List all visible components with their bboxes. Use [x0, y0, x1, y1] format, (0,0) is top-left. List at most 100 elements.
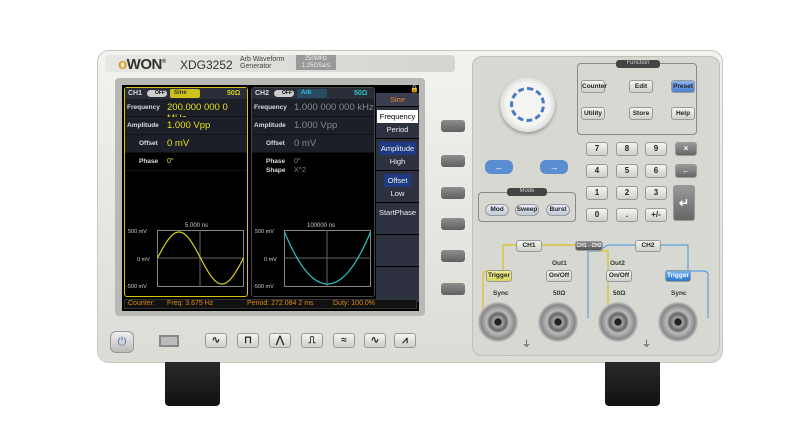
key-+/-[interactable]: +/- — [645, 208, 667, 222]
key-0[interactable]: 0 — [586, 208, 608, 222]
key-2[interactable]: 2 — [616, 186, 638, 200]
ground-warning-icon: ⏚ — [642, 339, 652, 349]
mod-button[interactable]: Mod — [485, 204, 509, 216]
ch1-y-bot: -500 mV — [126, 284, 147, 290]
enter-key[interactable]: ↵ — [673, 185, 695, 221]
softkey-button-6[interactable] — [441, 283, 465, 295]
power-icon: ⏻ — [117, 336, 127, 348]
ch2-waveform-plot — [284, 230, 372, 287]
utility-button[interactable]: Utility — [581, 107, 605, 120]
ramp-wave-button[interactable]: ⋀ — [269, 333, 291, 348]
dc-arb-wave-button[interactable]: ⩘ — [394, 333, 416, 348]
pulse-wave-button[interactable]: ⎍ — [301, 333, 323, 348]
ch1-y-top: 500 mV — [128, 229, 147, 235]
menu-item-empty[interactable] — [376, 235, 419, 267]
ch1-header: CH1 OFF Sine 50Ω — [125, 88, 247, 99]
ch2-load: 50Ω — [354, 90, 368, 97]
mode-title: Mode — [507, 188, 547, 196]
noise-wave-icon: ≈ — [341, 335, 347, 346]
square-wave-button[interactable]: ⊓ — [237, 333, 259, 348]
channel-swap-button[interactable]: CH1⇔CH2 — [575, 241, 603, 251]
store-button[interactable]: Store — [629, 107, 653, 120]
out1-onoff-button[interactable]: On/Off — [546, 270, 572, 282]
pulse-wave-icon: ⎍ — [308, 335, 316, 346]
out2-label: Out2 — [610, 260, 625, 267]
key-9[interactable]: 9 — [645, 142, 667, 156]
softkey-button-4[interactable] — [441, 218, 465, 230]
ch1-trigger-button[interactable]: Trigger — [486, 270, 512, 282]
ch2-trigger-button[interactable]: Trigger — [665, 270, 691, 282]
ch1-load: 50Ω — [227, 90, 241, 97]
ch1-offset-row[interactable]: Offset 0 mV — [125, 135, 247, 153]
menu-item-startphase[interactable]: StartPhase — [376, 203, 419, 235]
ch1-amplitude-row[interactable]: Amplitude 1.000 Vpp — [125, 117, 247, 135]
power-button[interactable]: ⏻ — [110, 331, 134, 353]
key-4[interactable]: 4 — [586, 164, 608, 178]
ch2-frequency-row[interactable]: Frequency 1.000 000 000 kHz — [252, 99, 374, 117]
ch2-sync-connector[interactable] — [658, 302, 698, 342]
edit-button[interactable]: Edit — [629, 80, 653, 93]
model-name: XDG3252 — [180, 58, 233, 72]
right-foot — [605, 362, 660, 406]
key-6[interactable]: 6 — [645, 164, 667, 178]
key-1[interactable]: 1 — [586, 186, 608, 200]
function-title: Function — [616, 60, 660, 68]
softkey-button-1[interactable] — [441, 120, 465, 132]
ramp-wave-icon: ⋀ — [275, 335, 285, 346]
key-7[interactable]: 7 — [586, 142, 608, 156]
display-screen: CH1 OFF Sine 50Ω Frequency 200.000 000 0 … — [122, 85, 419, 311]
arb-wave-button[interactable]: ∿ — [364, 333, 386, 348]
counter-status-bar: Counter: Freq: 3.675 Hz Period: 272.084 2 … — [124, 299, 417, 309]
menu-item-amplitude[interactable]: Amplitude High — [376, 139, 419, 171]
ch2-shape-row[interactable]: Shape X^2 — [252, 165, 374, 177]
ground-warning-icon: ⏚ — [522, 339, 532, 349]
key-←[interactable]: ← — [675, 164, 697, 178]
ch2-offset-row[interactable]: Offset 0 mV — [252, 135, 374, 153]
out2-onoff-button[interactable]: On/Off — [606, 270, 632, 282]
ch2-panel[interactable]: CH2 OFF Arb 50Ω Frequency 1.000 000 000 k… — [251, 87, 375, 297]
burst-button[interactable]: Burst — [546, 204, 570, 216]
arb-wave-icon: ∿ — [370, 335, 380, 346]
softkey-button-3[interactable] — [441, 187, 465, 199]
sine-wave-button[interactable]: ∿ — [205, 333, 227, 348]
ch2-phase-row[interactable]: Phase 0° — [252, 153, 374, 165]
preset-button[interactable]: Preset — [671, 80, 695, 93]
key-3[interactable]: 3 — [645, 186, 667, 200]
counter-button[interactable]: Counter — [581, 80, 607, 93]
ch1-button[interactable]: CH1 — [516, 240, 542, 252]
ch1-phase-row[interactable]: Phase 0° — [125, 153, 247, 171]
usb-port[interactable] — [159, 335, 179, 347]
rotary-knob[interactable] — [500, 77, 555, 132]
ch1-time-span: 5.000 ns — [185, 223, 209, 229]
menu-item-empty[interactable] — [376, 267, 419, 303]
ch1-frequency-row[interactable]: Frequency200.000 000 0 MHz — [125, 99, 247, 124]
noise-wave-button[interactable]: ≈ — [333, 333, 355, 348]
left-foot — [165, 362, 220, 406]
ch2-output-toggle[interactable]: OFF — [274, 90, 294, 97]
key-8[interactable]: 8 — [616, 142, 638, 156]
ch1-output-connector[interactable] — [538, 302, 578, 342]
menu-item-frequency[interactable]: Frequency Period — [376, 107, 419, 139]
softkey-button-2[interactable] — [441, 155, 465, 167]
ch2-wave-type: Arb — [297, 89, 327, 98]
ch2-output-connector[interactable] — [598, 302, 638, 342]
right-arrow-button[interactable]: → — [540, 160, 568, 174]
spec-badge: 250MHz 1.25GSa/s — [296, 55, 336, 70]
ch2-y-top: 500 mV — [255, 229, 274, 235]
key-×[interactable]: × — [675, 142, 697, 156]
ch2-amplitude-row[interactable]: Amplitude 1.000 Vpp — [252, 117, 374, 135]
help-button[interactable]: Help — [671, 107, 695, 120]
ch2-button[interactable]: CH2 — [635, 240, 661, 252]
ch1-output-toggle[interactable]: OFF — [147, 90, 167, 97]
softkey-button-5[interactable] — [441, 250, 465, 262]
ch1-sync-connector[interactable] — [478, 302, 518, 342]
menu-title: Sine — [376, 93, 419, 107]
left-arrow-button[interactable]: ← — [485, 160, 513, 174]
key-5[interactable]: 5 — [616, 164, 638, 178]
ch1-panel[interactable]: CH1 OFF Sine 50Ω Frequency 200.000 000 0 … — [124, 87, 248, 297]
menu-item-offset[interactable]: Offset Low — [376, 171, 419, 203]
key-.[interactable]: . — [616, 208, 638, 222]
ch1-waveform-plot — [157, 230, 245, 287]
sweep-button[interactable]: Sweep — [515, 204, 539, 216]
ch2-y-bot: -500 mV — [253, 284, 274, 290]
